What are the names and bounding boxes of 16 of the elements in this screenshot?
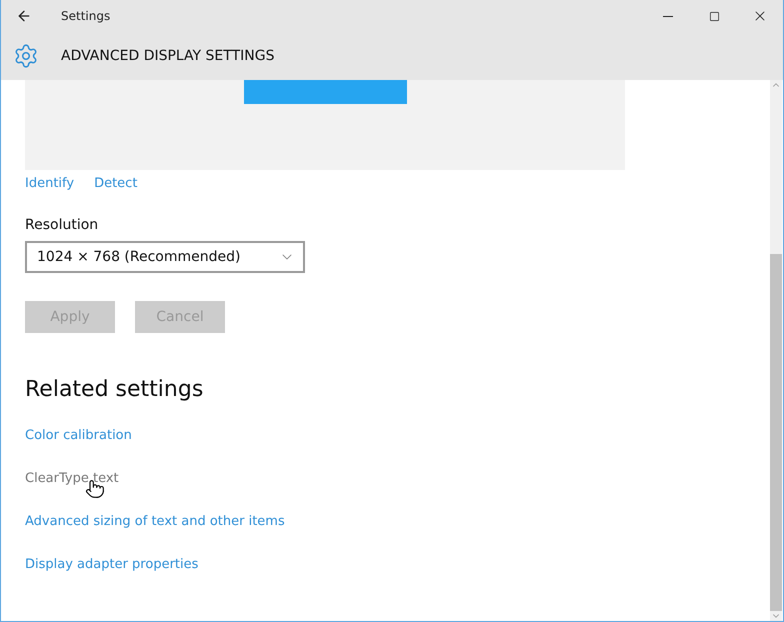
display-link[interactable]: Identify xyxy=(25,176,74,191)
settings-link[interactable]: Advanced sizing of text and other items xyxy=(25,514,285,529)
back-icon xyxy=(16,8,32,24)
scroll-thumb[interactable] xyxy=(770,254,782,611)
resolution-dropdown[interactable]: 1024 × 768 (Recommended) xyxy=(25,241,305,273)
settings-link[interactable]: Display adapter properties xyxy=(25,557,198,572)
monitor-tile[interactable] xyxy=(244,80,407,104)
display-link[interactable]: Detect xyxy=(94,176,138,191)
section-heading: Related settings xyxy=(25,377,204,402)
maximize-icon xyxy=(708,10,720,22)
settings-link[interactable]: ClearType text xyxy=(25,471,119,486)
resolution-label: Resolution xyxy=(25,217,100,233)
settings-icon xyxy=(13,43,39,69)
page-title: ADVANCED DISPLAY SETTINGS xyxy=(61,48,274,64)
window-title: Settings xyxy=(61,9,112,23)
settings-link[interactable]: Color calibration xyxy=(25,428,132,443)
